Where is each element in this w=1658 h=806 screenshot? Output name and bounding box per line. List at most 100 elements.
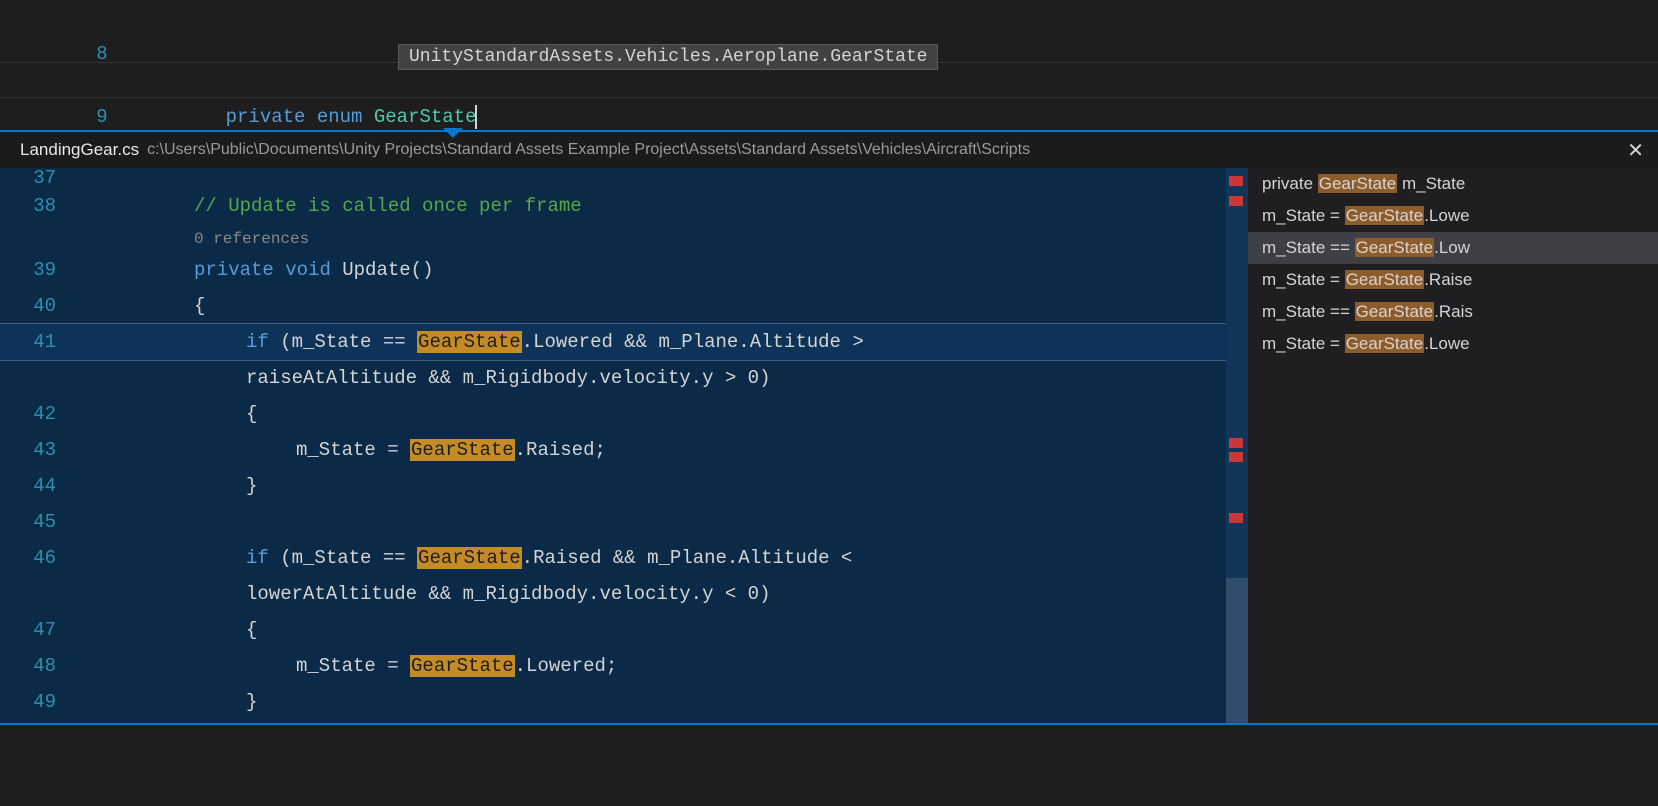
code-line-49[interactable]: 49}: [0, 684, 1226, 720]
text-cursor: [475, 105, 477, 129]
overview-mark[interactable]: [1229, 513, 1243, 523]
line-number: 47: [0, 612, 86, 648]
keyword-enum: enum: [317, 106, 363, 128]
code-text: (m_State ==: [269, 331, 417, 353]
code-line-40[interactable]: 40 {: [0, 288, 1226, 324]
code-line-46b[interactable]: lowerAtAltitude && m_Rigidbody.velocity.…: [0, 576, 1226, 612]
code-line-44[interactable]: 44}: [0, 468, 1226, 504]
ref-text: m_State =: [1262, 270, 1345, 289]
code-line-38[interactable]: 38 // Update is called once per frame: [0, 188, 1226, 224]
line-number: 40: [0, 288, 86, 324]
peek-references-window: LandingGear.cs c:\Users\Public\Documents…: [0, 130, 1658, 725]
ref-text: m_State: [1397, 174, 1465, 193]
line-number: 42: [0, 396, 86, 432]
definition-pane: 8 6 references 9private enum GearState U…: [0, 0, 1658, 130]
highlighted-match: GearState: [410, 655, 515, 677]
overview-mark[interactable]: [1229, 452, 1243, 462]
brace: }: [246, 691, 257, 713]
hover-tooltip: UnityStandardAssets.Vehicles.Aeroplane.G…: [398, 44, 938, 70]
highlighted-match: GearState: [410, 439, 515, 461]
brace: {: [246, 619, 257, 641]
ref-match: GearState: [1345, 206, 1425, 225]
reference-item[interactable]: m_State = GearState.Lowe: [1248, 328, 1658, 360]
code-text: (m_State ==: [269, 547, 417, 569]
line-number: 44: [0, 468, 86, 504]
overview-thumb[interactable]: [1226, 578, 1248, 723]
code-text: .Lowered;: [515, 655, 618, 677]
overview-mark[interactable]: [1229, 176, 1243, 186]
line-number: 38: [0, 188, 86, 224]
ref-text: .Low: [1434, 238, 1470, 257]
overview-mark[interactable]: [1229, 196, 1243, 206]
code-line-43[interactable]: 43 m_State = GearState.Raised;: [0, 432, 1226, 468]
brace: {: [194, 295, 205, 317]
code-text: m_State =: [296, 439, 410, 461]
peek-header: LandingGear.cs c:\Users\Public\Documents…: [0, 132, 1658, 168]
line-number: 37: [0, 168, 86, 188]
code-line-47[interactable]: 47 {: [0, 612, 1226, 648]
line-number: 48: [0, 648, 86, 684]
ref-text: m_State ==: [1262, 302, 1355, 321]
ref-text: .Lowe: [1424, 206, 1469, 225]
comment: // Update is called once per frame: [194, 195, 582, 217]
ref-text: .Lowe: [1424, 334, 1469, 353]
keyword: private: [194, 259, 274, 281]
peek-body: 37 38// Update is called once per frame …: [0, 168, 1658, 723]
ref-text: m_State =: [1262, 334, 1345, 353]
code-text: raiseAtAltitude && m_Rigidbody.velocity.…: [246, 367, 771, 389]
line-number: 46: [0, 540, 86, 576]
line-number: 39: [0, 252, 86, 288]
line-number: 43: [0, 432, 86, 468]
brace: }: [246, 475, 257, 497]
code-line-41-current[interactable]: 41 if (m_State == GearState.Lowered && m_…: [0, 324, 1226, 360]
reference-count[interactable]: 0 references: [194, 230, 309, 248]
code-text: m_State =: [296, 655, 410, 677]
reference-item[interactable]: m_State == GearState.Rais: [1248, 296, 1658, 328]
peek-filepath: c:\Users\Public\Documents\Unity Projects…: [147, 141, 1030, 159]
ref-match: GearState: [1355, 302, 1435, 321]
code-line-39[interactable]: 39 private void Update(): [0, 252, 1226, 288]
overview-mark[interactable]: [1229, 438, 1243, 448]
highlighted-match: GearState: [417, 547, 522, 569]
overview-ruler[interactable]: [1226, 168, 1248, 723]
highlighted-match: GearState: [417, 331, 522, 353]
code-line-42[interactable]: 42 {: [0, 396, 1226, 432]
reference-item[interactable]: m_State = GearState.Lowe: [1248, 200, 1658, 232]
close-icon[interactable]: ✕: [1627, 138, 1644, 163]
ref-match: GearState: [1355, 238, 1435, 257]
peek-filename[interactable]: LandingGear.cs: [20, 140, 139, 160]
code-line-48[interactable]: 48 m_State = GearState.Lowered;: [0, 648, 1226, 684]
code-text: .Raised;: [515, 439, 606, 461]
ref-match: GearState: [1345, 270, 1425, 289]
code-line-41b[interactable]: raiseAtAltitude && m_Rigidbody.velocity.…: [0, 360, 1226, 396]
brace: {: [246, 403, 257, 425]
method-name: Update(): [342, 259, 433, 281]
keyword: if: [246, 547, 269, 569]
ref-text: m_State =: [1262, 206, 1345, 225]
reference-list: private GearState m_State m_State = Gear…: [1248, 168, 1658, 723]
reference-item[interactable]: m_State = GearState.Raise: [1248, 264, 1658, 296]
keyword: void: [285, 259, 331, 281]
ref-text: private: [1262, 174, 1318, 193]
keyword-private: private: [226, 106, 306, 128]
code-text: .Lowered && m_Plane.Altitude >: [522, 331, 875, 353]
type-name: GearState: [374, 106, 477, 128]
ref-text: .Raise: [1424, 270, 1472, 289]
code-line-46[interactable]: 46 if (m_State == GearState.Raised && m_P…: [0, 540, 1226, 576]
keyword: if: [246, 331, 269, 353]
code-line-8[interactable]: 8: [0, 0, 1658, 36]
line-number: 41: [0, 324, 86, 360]
code-line-37[interactable]: 37: [0, 168, 1226, 188]
ref-text: m_State ==: [1262, 238, 1355, 257]
line-number: 49: [0, 684, 86, 720]
codelens-row[interactable]: 0 references: [0, 224, 1226, 252]
ref-text: .Rais: [1434, 302, 1473, 321]
reference-item[interactable]: private GearState m_State: [1248, 168, 1658, 200]
peek-code-editor[interactable]: 37 38// Update is called once per frame …: [0, 168, 1226, 723]
line-number: 45: [0, 504, 86, 540]
reference-item-selected[interactable]: m_State == GearState.Low: [1248, 232, 1658, 264]
peek-indicator-arrow: [443, 128, 463, 138]
code-text: .Raised && m_Plane.Altitude <: [522, 547, 864, 569]
code-line-45[interactable]: 45: [0, 504, 1226, 540]
code-text: lowerAtAltitude && m_Rigidbody.velocity.…: [246, 583, 771, 605]
